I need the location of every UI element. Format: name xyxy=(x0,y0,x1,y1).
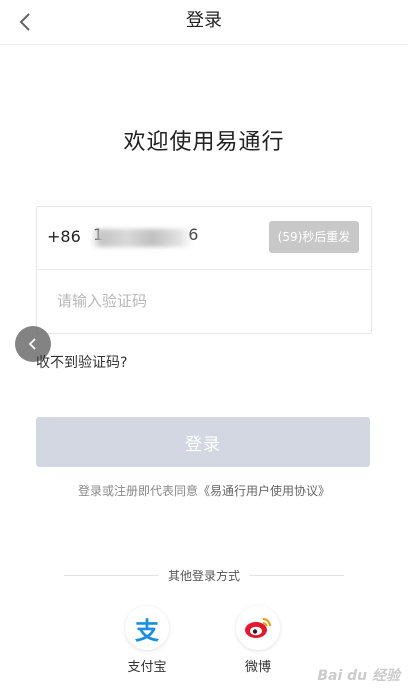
country-code[interactable]: +86 xyxy=(47,227,81,246)
login-form: +86 16 (59)秒后重发 xyxy=(36,206,372,334)
alipay-label: 支付宝 xyxy=(127,660,167,675)
alipay-login-button[interactable]: 支 支付宝 xyxy=(117,606,177,675)
other-login-header: 其他登录方式 xyxy=(64,566,345,584)
phone-number-mask xyxy=(91,229,193,247)
page-title: 登录 xyxy=(186,10,222,31)
agreement-text: 登录或注册即代表同意《易通行用户使用协议》 xyxy=(0,482,408,499)
divider-line-right xyxy=(250,574,345,576)
welcome-heading: 欢迎使用易通行 xyxy=(123,130,285,155)
weibo-login-button[interactable]: 微博 xyxy=(228,606,288,675)
watermark: Bai du 经验 xyxy=(317,668,400,684)
agreement-link[interactable]: 《易通行用户使用协议》 xyxy=(198,484,330,498)
alipay-icon: 支 xyxy=(125,606,169,650)
login-button[interactable]: 登录 xyxy=(36,417,370,467)
weibo-label: 微博 xyxy=(244,660,271,675)
chevron-left-icon xyxy=(28,338,36,350)
resend-code-button[interactable]: (59)秒后重发 xyxy=(269,221,359,253)
divider-line-left xyxy=(64,574,158,576)
nav-bar: 登录 xyxy=(0,0,408,45)
form-divider xyxy=(37,269,371,270)
weibo-icon xyxy=(236,606,280,650)
no-code-link[interactable]: 收不到验证码? xyxy=(36,352,127,372)
login-page: 登录 欢迎使用易通行 +86 16 (59)秒后重发 收不到验证码? 登录 登录… xyxy=(0,0,408,691)
phone-row: +86 16 (59)秒后重发 xyxy=(37,207,371,269)
verification-code-input[interactable] xyxy=(37,271,371,331)
other-login-title: 其他登录方式 xyxy=(168,568,241,583)
agreement-prefix: 登录或注册即代表同意 xyxy=(77,484,198,498)
